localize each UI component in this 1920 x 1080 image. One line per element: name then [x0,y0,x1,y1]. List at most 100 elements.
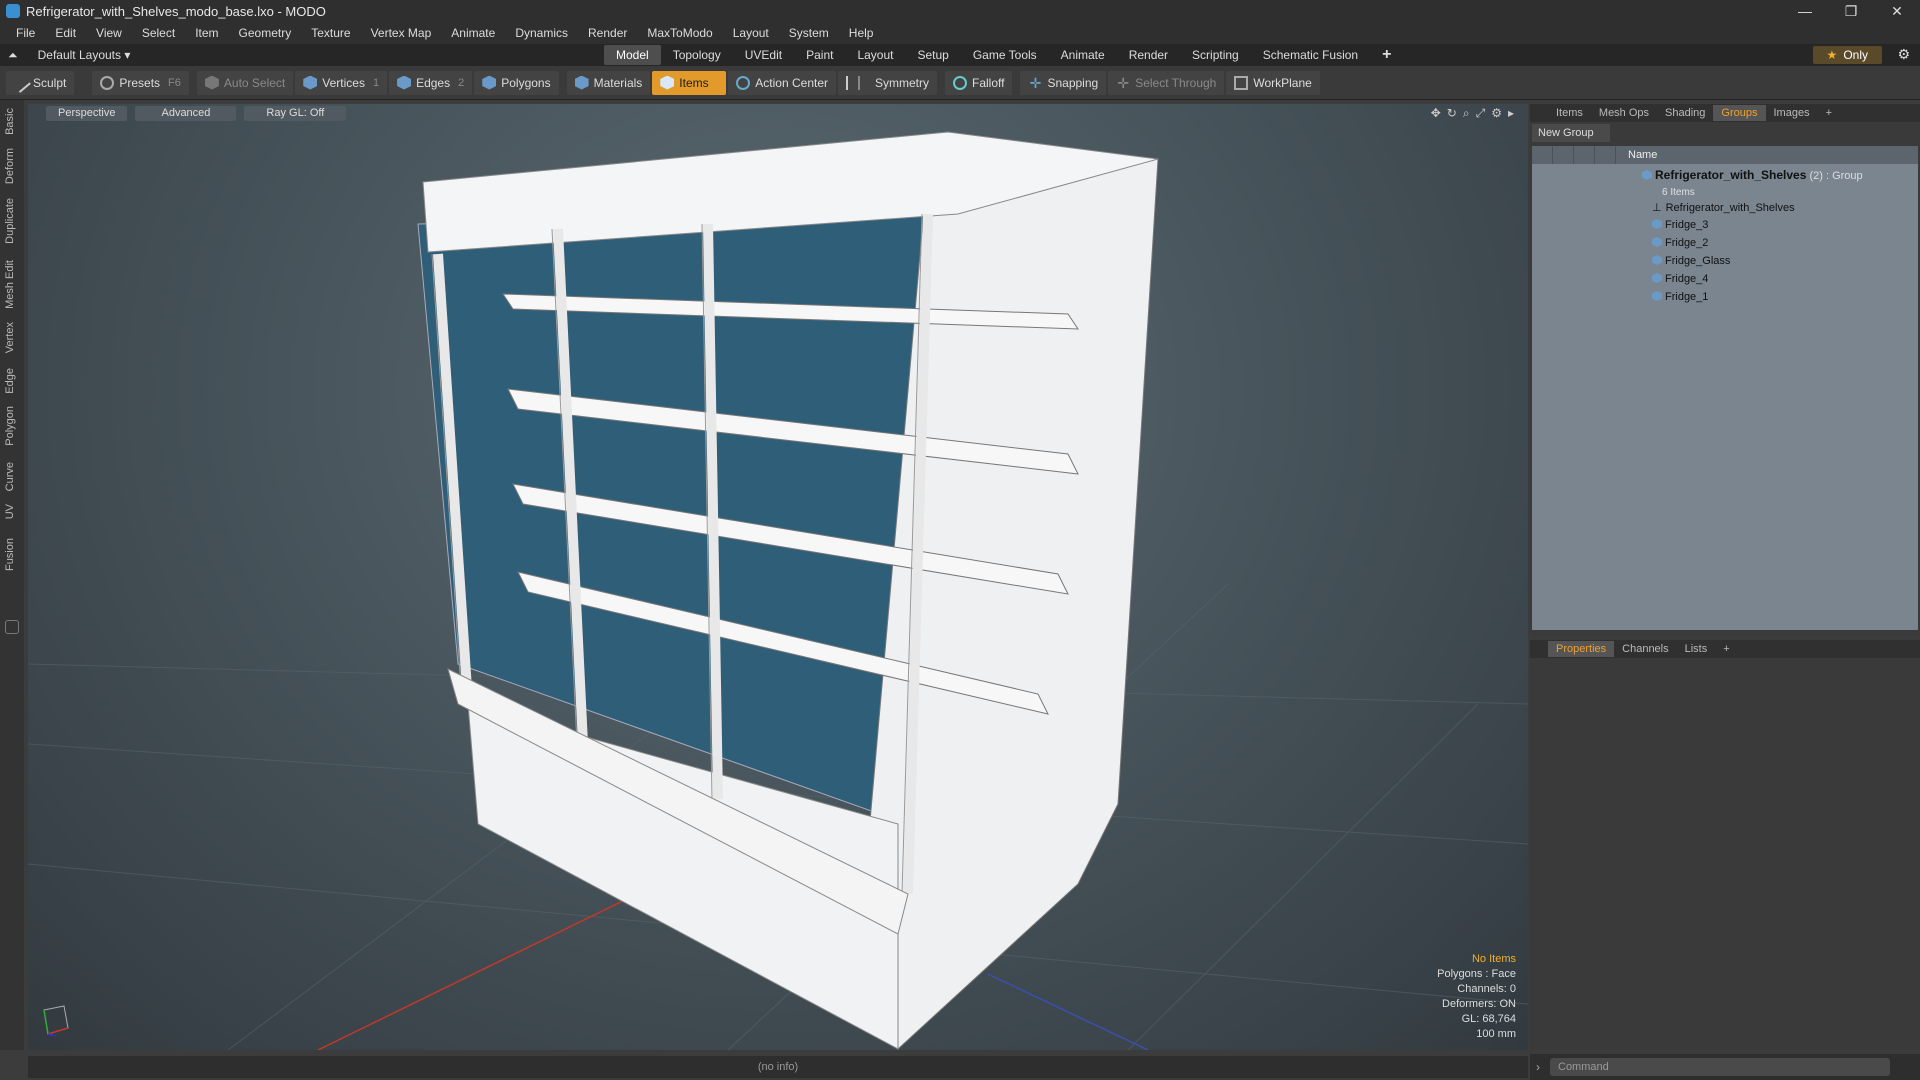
tab-lists[interactable]: Lists [1677,641,1716,657]
panel-toggle-icon[interactable] [5,620,19,634]
tab-layout[interactable]: Layout [845,45,905,65]
workplane-button[interactable]: WorkPlane [1226,70,1320,95]
menu-layout[interactable]: Layout [723,26,779,40]
menu-edit[interactable]: Edit [45,26,86,40]
pan-icon[interactable]: ✥ [1431,106,1441,121]
edges-button[interactable]: Edges 2 [389,70,473,95]
tab-images[interactable]: Images [1766,105,1818,121]
menu-maxtomodo[interactable]: MaxToModo [637,26,722,40]
refrigerator-model[interactable] [417,131,1159,1050]
tab-duplicate[interactable]: Duplicate [4,198,16,244]
viewport-settings-icon[interactable]: ⚙ [1491,106,1502,121]
list-item[interactable]: ⊥ Refrigerator_with_Shelves [1532,198,1918,216]
snapping-button[interactable]: ✛ Snapping [1020,70,1107,95]
layout-name: Default Layouts [37,48,121,62]
falloff-button[interactable]: Falloff [945,70,1013,95]
restore-icon[interactable]: ❐ [1828,0,1874,22]
viewport-expand-icon[interactable]: ▸ [1508,106,1514,121]
tab-paint[interactable]: Paint [794,45,845,65]
select-through-button[interactable]: ✛ Select Through [1108,70,1225,95]
tab-uv[interactable]: UV [4,504,16,519]
only-button[interactable]: ★ Only [1812,46,1882,64]
tab-game-tools[interactable]: Game Tools [961,45,1049,65]
tab-polygon[interactable]: Polygon [4,406,16,446]
rotate-icon[interactable]: ↻ [1447,106,1457,121]
tab-channels[interactable]: Channels [1614,641,1676,657]
auto-select-button[interactable]: Auto Select [196,70,294,95]
tab-scripting[interactable]: Scripting [1180,45,1251,65]
menu-texture[interactable]: Texture [301,26,360,40]
list-item[interactable]: Fridge_2 [1532,234,1918,252]
3d-viewport[interactable]: Perspective Advanced Ray GL: Off ✥ ↻ ⌕ ⤢… [28,104,1528,1050]
materials-button[interactable]: Materials [566,70,651,95]
tab-animate[interactable]: Animate [1049,45,1117,65]
tab-groups[interactable]: Groups [1713,105,1766,121]
tab-mesh-edit[interactable]: Mesh Edit [4,260,16,309]
tab-setup[interactable]: Setup [905,45,960,65]
workplane-icon [1234,75,1249,90]
tab-basic[interactable]: Basic [4,108,16,135]
menu-dynamics[interactable]: Dynamics [505,26,578,40]
edges-icon [397,75,412,90]
list-item[interactable]: Fridge_Glass [1532,252,1918,270]
tab-properties[interactable]: Properties [1548,641,1615,657]
view-mode-button[interactable]: Perspective [46,105,128,121]
list-item[interactable]: Fridge_4 [1532,270,1918,288]
list-item[interactable]: Fridge_3 [1532,216,1918,234]
symmetry-button[interactable]: Symmetry [838,70,937,95]
menu-vertex-map[interactable]: Vertex Map [361,26,442,40]
action-center-button[interactable]: Action Center [728,70,836,95]
group-count-row: 6 Items [1532,186,1918,198]
tab-fusion[interactable]: Fusion [4,538,16,571]
gear-icon[interactable]: ⚙ [1897,46,1910,63]
list-item[interactable]: Fridge_1 [1532,288,1918,306]
layout-selector[interactable]: ⏶ Default Layouts ▾ [8,48,130,63]
tab-shading[interactable]: Shading [1657,105,1713,121]
menu-select[interactable]: Select [132,26,185,40]
tab-vertex[interactable]: Vertex [4,322,16,353]
presets-button[interactable]: Presets F6 [92,70,189,95]
close-icon[interactable]: ✕ [1874,0,1920,22]
layout-up-icon[interactable]: ⏶ [8,48,18,63]
new-group-button[interactable]: New Group [1532,124,1610,142]
panel-tabs: Items Mesh Ops Shading Groups Images + [1530,104,1920,122]
menu-item[interactable]: Item [185,26,228,40]
menu-file[interactable]: File [6,26,45,40]
zoom-icon[interactable]: ⌕ [1463,106,1470,121]
menu-help[interactable]: Help [839,26,884,40]
select-column-icon[interactable] [1595,146,1616,164]
materials-label: Materials [593,75,643,90]
add-properties-tab-icon[interactable]: + [1715,641,1737,657]
tab-mesh-ops[interactable]: Mesh Ops [1591,105,1657,121]
tab-items[interactable]: Items [1548,105,1591,121]
command-input[interactable]: Command [1550,1058,1890,1076]
menu-geometry[interactable]: Geometry [229,26,302,40]
render-column-icon[interactable] [1553,146,1574,164]
lock-column-icon[interactable] [1574,146,1595,164]
properties-panel: Properties Channels Lists + [1530,640,1920,1050]
tab-schematic-fusion[interactable]: Schematic Fusion [1251,45,1370,65]
sculpt-button[interactable]: Sculpt [6,70,75,95]
tab-topology[interactable]: Topology [661,45,733,65]
fit-icon[interactable]: ⤢ [1476,106,1486,121]
menu-view[interactable]: View [86,26,132,40]
menu-render[interactable]: Render [578,26,637,40]
tab-model[interactable]: Model [604,45,661,65]
tab-curve[interactable]: Curve [4,462,16,491]
menu-system[interactable]: System [779,26,839,40]
add-panel-tab-icon[interactable]: + [1818,105,1840,121]
tab-edge[interactable]: Edge [4,368,16,394]
raygl-button[interactable]: Ray GL: Off [244,105,347,121]
tab-deform[interactable]: Deform [4,148,16,184]
shading-mode-button[interactable]: Advanced [135,105,237,121]
add-tab-icon[interactable]: + [1370,45,1403,65]
menu-animate[interactable]: Animate [441,26,505,40]
polygons-button[interactable]: Polygons [474,70,559,95]
items-button[interactable]: Items [652,70,727,95]
visibility-column-icon[interactable] [1532,146,1553,164]
tab-render[interactable]: Render [1117,45,1180,65]
vertices-button[interactable]: Vertices 1 [295,70,388,95]
tab-uvedit[interactable]: UVEdit [733,45,794,65]
group-row[interactable]: Refrigerator_with_Shelves (2) : Group [1532,164,1918,186]
minimize-icon[interactable]: — [1782,0,1828,22]
